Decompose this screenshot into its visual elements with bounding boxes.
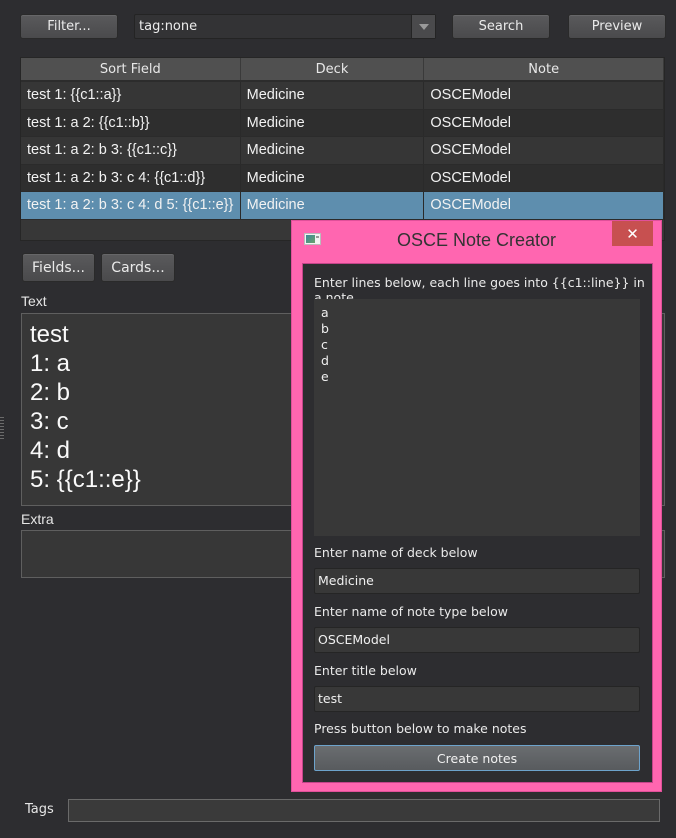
cell-note: OSCEModel: [424, 137, 664, 164]
cell-sort-field: test 1: a 2: b 3: c 4: {{c1::d}}: [21, 164, 241, 191]
search-dropdown-button[interactable]: [411, 15, 435, 38]
cell-note: OSCEModel: [424, 109, 664, 136]
cell-sort-field: test 1: a 2: b 3: c 4: d 5: {{c1::e}}: [21, 192, 241, 219]
cell-deck: Medicine: [241, 82, 425, 109]
table-row-selected[interactable]: test 1: a 2: b 3: c 4: d 5: {{c1::e}} Me…: [21, 192, 664, 220]
filter-button[interactable]: Filter...: [20, 14, 118, 39]
line-item: b: [321, 321, 329, 336]
cell-sort-field: test 1: {{c1::a}}: [21, 82, 241, 109]
dialog-body: Enter lines below, each line goes into {…: [302, 263, 653, 783]
close-icon[interactable]: ✕: [612, 221, 653, 246]
line-item: e: [321, 369, 329, 384]
line-item: a: [321, 305, 329, 320]
note-type-label: Enter name of note type below: [314, 604, 508, 619]
title-input[interactable]: test: [314, 686, 640, 712]
search-button[interactable]: Search: [452, 14, 550, 39]
tags-label: Tags: [25, 802, 54, 817]
cell-note: OSCEModel: [424, 164, 664, 191]
lines-textarea[interactable]: a b c d e: [314, 299, 640, 536]
fields-button[interactable]: Fields...: [22, 253, 95, 282]
cell-deck: Medicine: [241, 137, 425, 164]
cell-note: OSCEModel: [424, 192, 664, 219]
title-label: Enter title below: [314, 663, 417, 678]
cell-deck: Medicine: [241, 192, 425, 219]
table-row[interactable]: test 1: a 2: b 3: c 4: {{c1::d}} Medicin…: [21, 164, 664, 192]
table-row[interactable]: test 1: a 2: {{c1::b}} Medicine OSCEMode…: [21, 109, 664, 137]
osce-note-creator-dialog: OSCE Note Creator ✕ Enter lines below, e…: [291, 220, 662, 792]
table-row[interactable]: test 1: a 2: b 3: {{c1::c}} Medicine OSC…: [21, 137, 664, 165]
splitter-handle[interactable]: [0, 417, 4, 439]
chevron-down-icon: [418, 23, 429, 30]
cards-table: Sort Field Deck Note test 1: {{c1::a}} M…: [20, 57, 665, 241]
dialog-title: OSCE Note Creator: [396, 230, 557, 250]
search-input[interactable]: tag:none: [135, 15, 411, 38]
text-field-label: Text: [21, 293, 47, 309]
deck-label: Enter name of deck below: [314, 545, 478, 560]
dialog-title-bar[interactable]: OSCE Note Creator ✕: [292, 221, 661, 259]
table-row[interactable]: test 1: {{c1::a}} Medicine OSCEModel: [21, 82, 664, 110]
cell-deck: Medicine: [241, 164, 425, 191]
cards-button[interactable]: Cards...: [101, 253, 175, 282]
preview-button[interactable]: Preview: [568, 14, 666, 39]
column-header-deck[interactable]: Deck: [241, 58, 425, 80]
table-header: Sort Field Deck Note: [21, 58, 664, 82]
create-notes-button[interactable]: Create notes: [314, 745, 640, 771]
deck-input[interactable]: Medicine: [314, 568, 640, 594]
cell-sort-field: test 1: a 2: {{c1::b}}: [21, 109, 241, 136]
cell-note: OSCEModel: [424, 82, 664, 109]
note-type-input[interactable]: OSCEModel: [314, 627, 640, 653]
tags-input[interactable]: [68, 799, 660, 822]
cell-deck: Medicine: [241, 109, 425, 136]
button-hint-label: Press button below to make notes: [314, 721, 527, 736]
column-header-note[interactable]: Note: [424, 58, 664, 80]
line-item: c: [321, 337, 328, 352]
column-header-sort-field[interactable]: Sort Field: [21, 58, 241, 80]
line-item: d: [321, 353, 329, 368]
extra-field-label: Extra: [21, 511, 54, 527]
cell-sort-field: test 1: a 2: b 3: {{c1::c}}: [21, 137, 241, 164]
search-combobox[interactable]: tag:none: [134, 14, 436, 39]
